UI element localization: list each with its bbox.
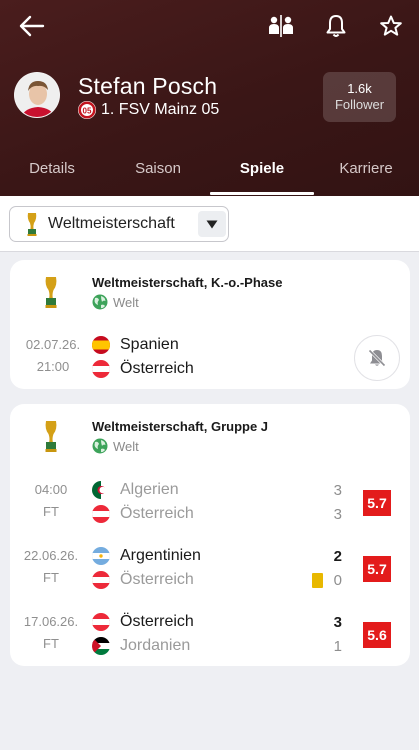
compare-button[interactable] (264, 10, 298, 42)
region-label: Welt (113, 294, 139, 310)
player-rating-badge: 5.7 (363, 490, 391, 516)
tab-spiele[interactable]: Spiele (210, 152, 314, 196)
away-team: Österreich (92, 569, 194, 591)
match-status: FT (43, 636, 59, 651)
notification-button[interactable] (319, 10, 353, 42)
home-team: Argentinien (92, 545, 201, 567)
home-score: 3 (333, 614, 342, 631)
club-link[interactable]: 05 1. FSV Mainz 05 (78, 101, 219, 119)
competition-select-label: Weltmeisterschaft (48, 215, 175, 232)
player-photo-icon (15, 73, 59, 117)
player-rating-badge: 5.7 (363, 556, 391, 582)
competition-region: Welt (92, 438, 139, 454)
away-score: 0 (333, 572, 342, 589)
match-row[interactable]: 02.07.26. 21:00 Spanien Österreich (10, 334, 410, 384)
home-team-name: Argentinien (120, 547, 201, 564)
away-team-name: Österreich (120, 571, 194, 588)
away-score: 1 (333, 638, 342, 655)
tab-details[interactable]: Details (10, 152, 94, 196)
filter-bar: Weltmeisterschaft (0, 196, 419, 252)
home-score: 3 (333, 482, 342, 499)
match-date: 17.06.26. (23, 614, 79, 629)
away-team: Österreich (92, 358, 194, 380)
match-status: FT (43, 504, 59, 519)
away-score: 3 (333, 506, 342, 523)
avatar (14, 72, 60, 118)
compare-players-icon (269, 15, 293, 37)
austria-flag-icon (92, 360, 110, 378)
player-header: Stefan Posch 05 1. FSV Mainz 05 1.6k Fol… (0, 0, 419, 196)
match-row[interactable]: 04:00 FT Algerien Österreich 3 3 5.7 (10, 479, 410, 529)
follower-count: 1.6k (347, 81, 372, 96)
match-time: 21:00 (36, 359, 70, 374)
home-team-name: Österreich (120, 613, 194, 630)
competition-card-ko-phase: Weltmeisterschaft, K.-o.-Phase Welt 02.0… (10, 260, 410, 389)
away-team-name: Österreich (120, 505, 194, 522)
match-status: FT (43, 570, 59, 585)
austria-flag-icon (92, 613, 110, 631)
home-team: Österreich (92, 611, 194, 633)
world-cup-trophy-icon (45, 277, 57, 308)
player-rating-badge: 5.6 (363, 622, 391, 648)
caret-down-icon (198, 211, 226, 237)
home-team: Spanien (92, 334, 179, 356)
region-label: Welt (113, 438, 139, 454)
away-team-name: Jordanien (120, 637, 191, 654)
competition-card-gruppe-j: Weltmeisterschaft, Gruppe J Welt 04:00 F… (10, 404, 410, 666)
match-row[interactable]: 22.06.26. FT Argentinien Österreich 2 0 … (10, 545, 410, 595)
home-team: Algerien (92, 479, 179, 501)
austria-flag-icon (92, 505, 110, 523)
bell-icon (326, 15, 346, 37)
away-team: Jordanien (92, 635, 190, 657)
away-team: Österreich (92, 503, 194, 525)
competition-region: Welt (92, 294, 139, 310)
arrow-left-icon (19, 15, 45, 37)
world-cup-trophy-icon (27, 213, 37, 236)
active-tab-indicator (210, 192, 314, 195)
tab-karriere[interactable]: Karriere (324, 152, 408, 196)
follower-button[interactable]: 1.6k Follower (323, 72, 396, 122)
tab-saison[interactable]: Saison (116, 152, 200, 196)
competition-title: Weltmeisterschaft, Gruppe J (92, 419, 269, 434)
algeria-flag-icon (92, 481, 110, 499)
bell-off-icon (368, 349, 386, 367)
competition-select[interactable]: Weltmeisterschaft (9, 206, 229, 242)
argentina-flag-icon (92, 547, 110, 565)
match-notification-button[interactable] (354, 335, 400, 381)
jordan-flag-icon (92, 637, 110, 655)
svg-text:05: 05 (83, 106, 92, 115)
tab-bar: Details Saison Spiele Karriere (0, 152, 419, 196)
spain-flag-icon (92, 336, 110, 354)
home-team-name: Spanien (120, 336, 179, 353)
star-icon (380, 15, 402, 36)
match-date: 22.06.26. (23, 548, 79, 563)
away-team-name: Österreich (120, 360, 194, 377)
competition-title: Weltmeisterschaft, K.-o.-Phase (92, 275, 283, 290)
follower-label: Follower (334, 97, 385, 112)
mainz-05-logo-icon: 05 (78, 101, 96, 119)
match-date: 04:00 (34, 482, 68, 497)
home-score: 2 (333, 548, 342, 565)
globe-icon (92, 294, 108, 310)
match-row[interactable]: 17.06.26. FT Österreich Jordanien 3 1 5.… (10, 611, 410, 661)
back-button[interactable] (14, 10, 50, 42)
austria-flag-icon (92, 571, 110, 589)
player-name: Stefan Posch (78, 73, 218, 99)
home-team-name: Algerien (120, 481, 179, 498)
world-cup-trophy-icon (45, 421, 57, 452)
match-date: 02.07.26. (25, 337, 81, 352)
yellow-card-icon (312, 573, 323, 588)
favorite-button[interactable] (374, 10, 408, 42)
club-name: 1. FSV Mainz 05 (101, 101, 220, 118)
globe-icon (92, 438, 108, 454)
